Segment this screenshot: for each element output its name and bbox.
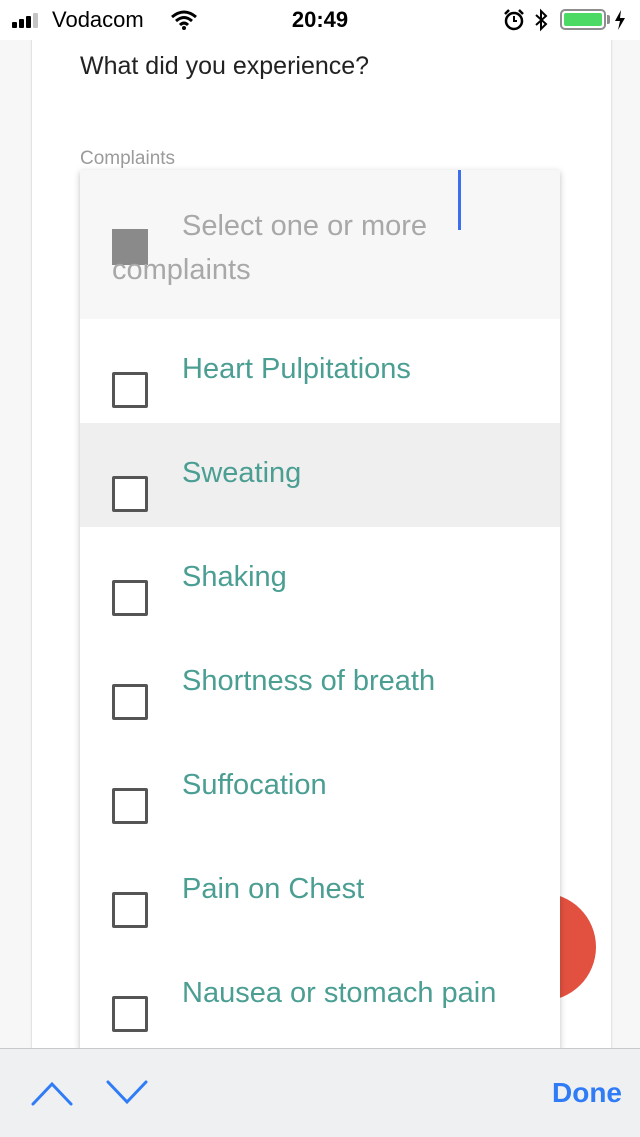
complaints-dropdown: Select one or more complaints Heart Pulp…: [80, 170, 560, 1050]
option-suffocation[interactable]: Suffocation: [80, 735, 560, 839]
option-label: Suffocation: [182, 769, 327, 801]
status-bar: Vodacom 20:49: [0, 0, 640, 40]
option-sweating[interactable]: Sweating: [80, 423, 560, 527]
chevron-up-icon[interactable]: [30, 1079, 74, 1107]
text-caret: [458, 170, 461, 230]
option-label: Shortness of breath: [182, 665, 436, 697]
option-label: Nausea or stomach pain: [182, 977, 497, 1009]
option-nausea-or-stomach-pain[interactable]: Nausea or stomach pain: [80, 943, 560, 1047]
bluetooth-icon: [535, 8, 548, 32]
option-shortness-of-breath[interactable]: Shortness of breath: [80, 631, 560, 735]
page-background: [0, 30, 31, 1050]
option-heart-pulpitations[interactable]: Heart Pulpitations: [80, 319, 560, 423]
option-label: Heart Pulpitations: [182, 353, 411, 385]
option-shaking[interactable]: Shaking: [80, 527, 560, 631]
keyboard-accessory-bar: Done: [0, 1048, 640, 1137]
select-all-label: Select one or more complaints: [112, 210, 428, 286]
option-label: Shaking: [182, 561, 287, 593]
select-all-option[interactable]: Select one or more complaints: [80, 170, 560, 319]
option-pain-on-chest[interactable]: Pain on Chest: [80, 839, 560, 943]
page-background: [611, 30, 640, 1050]
alarm-icon: [504, 9, 524, 31]
chevron-down-icon[interactable]: [105, 1079, 149, 1107]
charging-icon: [615, 10, 625, 30]
question-heading: What did you experience?: [80, 52, 370, 80]
done-button[interactable]: Done: [552, 1077, 622, 1109]
battery-icon: [560, 9, 606, 30]
complaints-label: Complaints: [80, 148, 176, 169]
option-label: Pain on Chest: [182, 873, 365, 905]
option-label: Sweating: [182, 457, 302, 489]
